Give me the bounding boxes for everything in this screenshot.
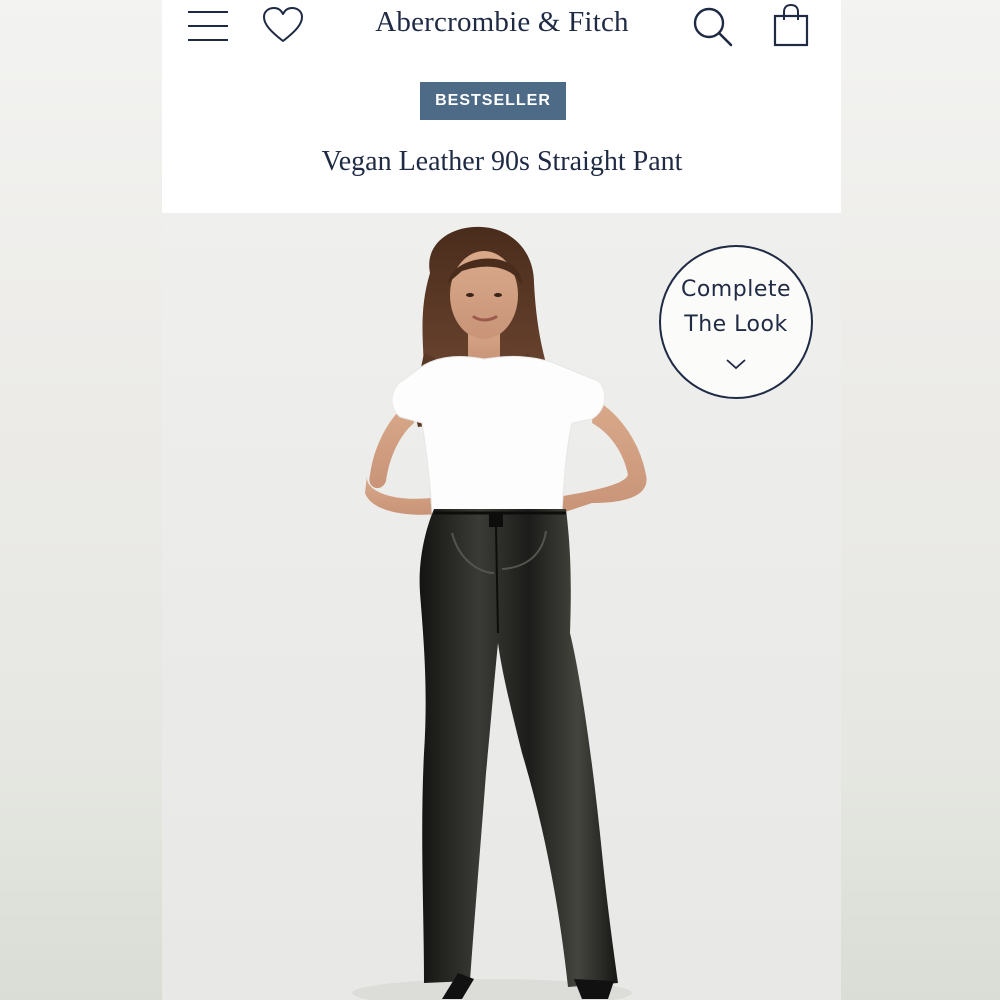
heart-icon[interactable]: [262, 6, 304, 44]
complete-the-look-line1: Complete: [680, 277, 792, 302]
complete-the-look-line2: The Look: [684, 312, 788, 337]
background-left: [0, 0, 162, 1000]
brand-logo[interactable]: Abercrombie & Fitch: [312, 2, 692, 42]
background-right: [841, 0, 1000, 1000]
hamburger-menu-icon[interactable]: [186, 8, 230, 44]
search-icon[interactable]: [692, 6, 734, 48]
product-photo[interactable]: Complete The Look: [162, 213, 841, 1000]
complete-the-look-button[interactable]: Complete The Look: [659, 245, 813, 399]
phone-screen: Abercrombie & Fitch BESTSELLER Vegan Lea…: [162, 0, 841, 1000]
bestseller-badge: BESTSELLER: [420, 82, 566, 120]
header: Abercrombie & Fitch BESTSELLER Vegan Lea…: [162, 0, 841, 213]
product-title: Vegan Leather 90s Straight Pant: [321, 146, 683, 177]
chevron-down-icon: [725, 357, 747, 371]
shopping-bag-icon[interactable]: [772, 2, 810, 48]
